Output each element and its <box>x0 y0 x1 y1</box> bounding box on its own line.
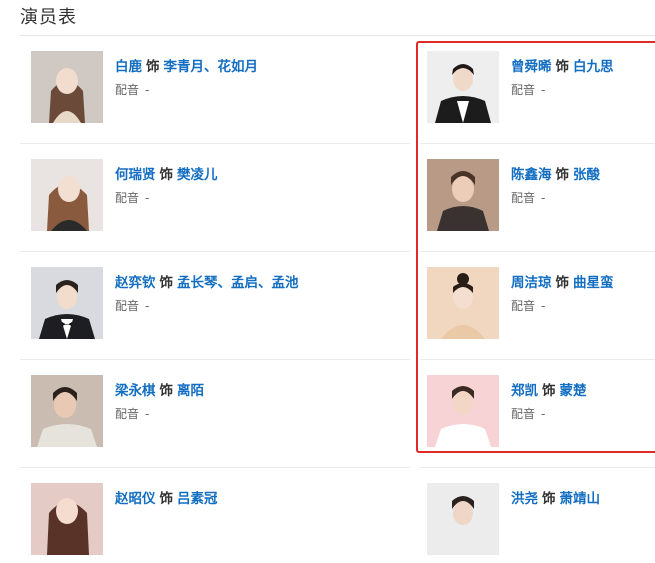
actor-name-link[interactable]: 何瑞贤 <box>115 167 156 183</box>
actor-photo[interactable] <box>31 159 103 231</box>
dub-label: 配音 <box>115 407 140 421</box>
title-divider <box>20 35 655 36</box>
row-divider <box>420 467 655 468</box>
dub-value: - <box>145 407 150 421</box>
row-divider <box>20 143 410 144</box>
cast-card: 赵昭仪饰吕素冠 <box>31 483 331 563</box>
actor-photo[interactable] <box>31 51 103 123</box>
highlight-box <box>416 41 655 453</box>
actor-name-link[interactable]: 赵弈钦 <box>115 275 156 291</box>
row-divider <box>20 359 410 360</box>
role-connector: 饰 <box>159 275 174 291</box>
dub-label: 配音 <box>115 83 140 97</box>
cast-card: 洪尧饰萧靖山 <box>427 483 655 563</box>
actor-photo[interactable] <box>427 483 499 555</box>
row-divider <box>20 467 410 468</box>
role-name-link[interactable]: 孟长琴、孟启、孟池 <box>177 275 299 291</box>
role-name-link[interactable]: 离陌 <box>177 383 204 399</box>
actor-name-link[interactable]: 梁永棋 <box>115 383 156 399</box>
dub-value: - <box>145 83 150 97</box>
role-connector: 饰 <box>542 491 556 507</box>
actor-photo[interactable] <box>31 375 103 447</box>
role-connector: 饰 <box>146 59 160 75</box>
actor-name-link[interactable]: 赵昭仪 <box>115 491 156 507</box>
role-name-link[interactable]: 吕素冠 <box>177 491 218 507</box>
role-connector: 饰 <box>159 167 174 183</box>
dub-label: 配音 <box>115 299 140 313</box>
role-connector: 饰 <box>159 383 174 399</box>
cast-card: 梁永棋饰离陌 配音 - <box>31 375 331 455</box>
dub-label: 配音 <box>115 191 140 205</box>
role-connector: 饰 <box>159 491 174 507</box>
dub-value: - <box>145 299 150 313</box>
role-name-link[interactable]: 樊凌儿 <box>177 167 218 183</box>
actor-name-link[interactable]: 白鹿 <box>115 59 142 75</box>
cast-card: 何瑞贤饰樊凌儿 配音 - <box>31 159 331 239</box>
cast-card: 白鹿饰李青月、花如月 配音 - <box>31 51 331 131</box>
actor-photo[interactable] <box>31 267 103 339</box>
cast-card: 赵弈钦饰孟长琴、孟启、孟池 配音 - <box>31 267 331 347</box>
role-name-link[interactable]: 李青月、花如月 <box>164 59 259 75</box>
dub-value: - <box>145 191 150 205</box>
role-name-link[interactable]: 萧靖山 <box>560 491 601 507</box>
actor-photo[interactable] <box>31 483 103 555</box>
actor-name-link[interactable]: 洪尧 <box>511 491 538 507</box>
row-divider <box>20 251 410 252</box>
page-title: 演员表 <box>20 7 77 28</box>
